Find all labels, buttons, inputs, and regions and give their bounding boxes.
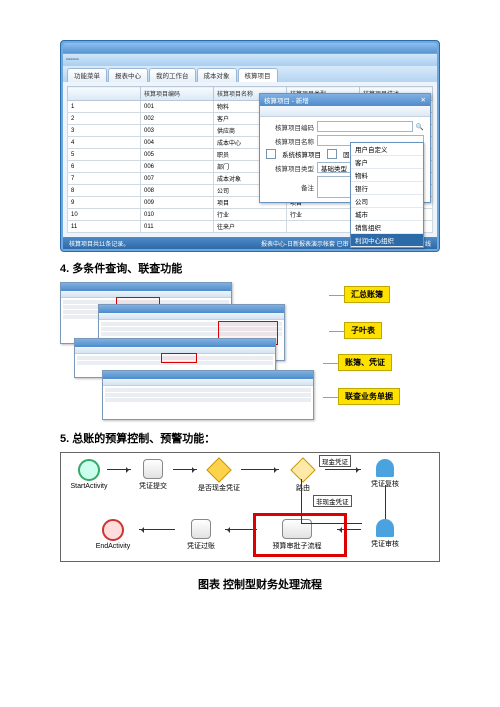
cell: 002 [140,113,213,125]
cell: 004 [140,137,213,149]
edge-cash: 现金凭证 [319,455,351,467]
cell: 4 [68,137,141,149]
cell: 011 [140,221,213,233]
close-icon[interactable]: ✕ [421,96,426,104]
cell [287,221,360,233]
arrow [139,529,175,530]
node-end: EndActivity [89,519,137,550]
dropdown-option[interactable]: 用户自定义 [351,143,423,156]
arrow-v [385,485,386,519]
tab-0[interactable]: 功能菜单 [67,68,107,82]
section-5-title: 5. 总账的预算控制、预警功能： [60,430,460,446]
field-type-label: 核算项目类型 [266,163,314,173]
bind-checkbox[interactable] [327,149,337,159]
callout-2: 子叶表 [344,322,382,339]
tab-strip[interactable]: 功能菜单报表中心我的工作台成本对象核算项目 [63,66,437,82]
field-type-value: 基础类型 [321,163,347,173]
status-left: 核算项目共11条记录。 [69,239,129,248]
dialog-toolbar[interactable] [260,106,430,117]
arrow [325,469,361,470]
node-post: 凭证过账 [177,519,225,551]
section-4-title: 4. 多条件查询、联查功能 [60,260,460,276]
arrow [173,469,197,470]
type-dropdown[interactable]: 用户自定义客户物料银行公司城市销售组织利润中心组织 [350,142,424,248]
cell: 008 [140,185,213,197]
toolbar-icon[interactable]: ▫▫▫▫▫▫ [66,57,79,63]
dropdown-option[interactable]: 销售组织 [351,221,423,234]
budget-highlight [253,513,347,557]
highlight-3 [161,353,197,363]
dropdown-option[interactable]: 银行 [351,182,423,195]
cell: 10 [68,209,141,221]
cell: 8 [68,185,141,197]
cell: 行业 [214,209,287,221]
tab-2[interactable]: 我的工作台 [149,68,196,82]
field-name-label: 核算项目名称 [266,136,314,146]
cell: 003 [140,125,213,137]
cell: 9 [68,197,141,209]
cell: 001 [140,101,213,113]
arrow [241,469,279,470]
cell: 2 [68,113,141,125]
tab-3[interactable]: 成本对象 [197,68,237,82]
cell: 009 [140,197,213,209]
figure-2: 汇总账簿 子叶表 账簿、凭证 联查业务单据 [60,282,440,422]
cell: 1 [68,101,141,113]
node-start: StartActivity [65,459,113,490]
field-code-input[interactable] [317,121,413,132]
app-toolbar[interactable]: ▫▫▫▫▫▫ [63,54,437,66]
app-titlebar [63,43,437,53]
callout-1: 汇总账簿 [344,286,390,303]
arrow [107,469,131,470]
cell: 006 [140,161,213,173]
workflow-diagram: StartActivity 凭证提交 是否现金凭证 路由 凭证复核 凭证审核 预… [60,452,440,562]
tab-1[interactable]: 报表中心 [108,68,148,82]
callout-3: 账簿、凭证 [338,354,392,371]
callout-4: 联查业务单据 [338,388,400,405]
cell: 行业 [287,209,360,221]
node-submit: 凭证提交 [129,459,177,491]
field-memo-label: 备注 [266,182,314,192]
dropdown-option[interactable]: 利润中心组织 [351,234,423,247]
lookup-icon[interactable]: 🔍 [416,123,424,131]
cell: 6 [68,161,141,173]
cell: 5 [68,149,141,161]
window-4[interactable] [102,370,314,420]
node-audit: 凭证审核 [361,519,409,549]
figure-caption: 图表 控制型财务处理流程 [60,576,460,592]
dialog-add[interactable]: 核算项目 - 新增 ✕ 核算项目编码 🔍 核算项目名称 系统核算项目 固定核算项… [259,93,431,203]
dropdown-option[interactable]: 客户 [351,156,423,169]
dialog-title: 核算项目 - 新增 [264,95,309,105]
field-code-label: 核算项目编码 [266,122,314,132]
node-iscash: 是否现金凭证 [195,459,243,493]
dropdown-option[interactable]: 物料 [351,169,423,182]
sys-checkbox[interactable] [266,149,276,159]
app-window: ▫▫▫▫▫▫ 功能菜单报表中心我的工作台成本对象核算项目 核算项目编码核算项目名… [60,40,440,252]
tab-4[interactable]: 核算项目 [238,68,278,82]
cell: 往来户 [214,221,287,233]
dropdown-option[interactable]: 公司 [351,195,423,208]
cell: 3 [68,125,141,137]
cell: 010 [140,209,213,221]
cell: 005 [140,149,213,161]
column-header[interactable]: 核算项目编码 [140,87,213,101]
column-header[interactable] [68,87,141,101]
cell: 11 [68,221,141,233]
dropdown-option[interactable]: 城市 [351,208,423,221]
sys-label: 系统核算项目 [282,149,321,159]
cell: 7 [68,173,141,185]
cell: 007 [140,173,213,185]
